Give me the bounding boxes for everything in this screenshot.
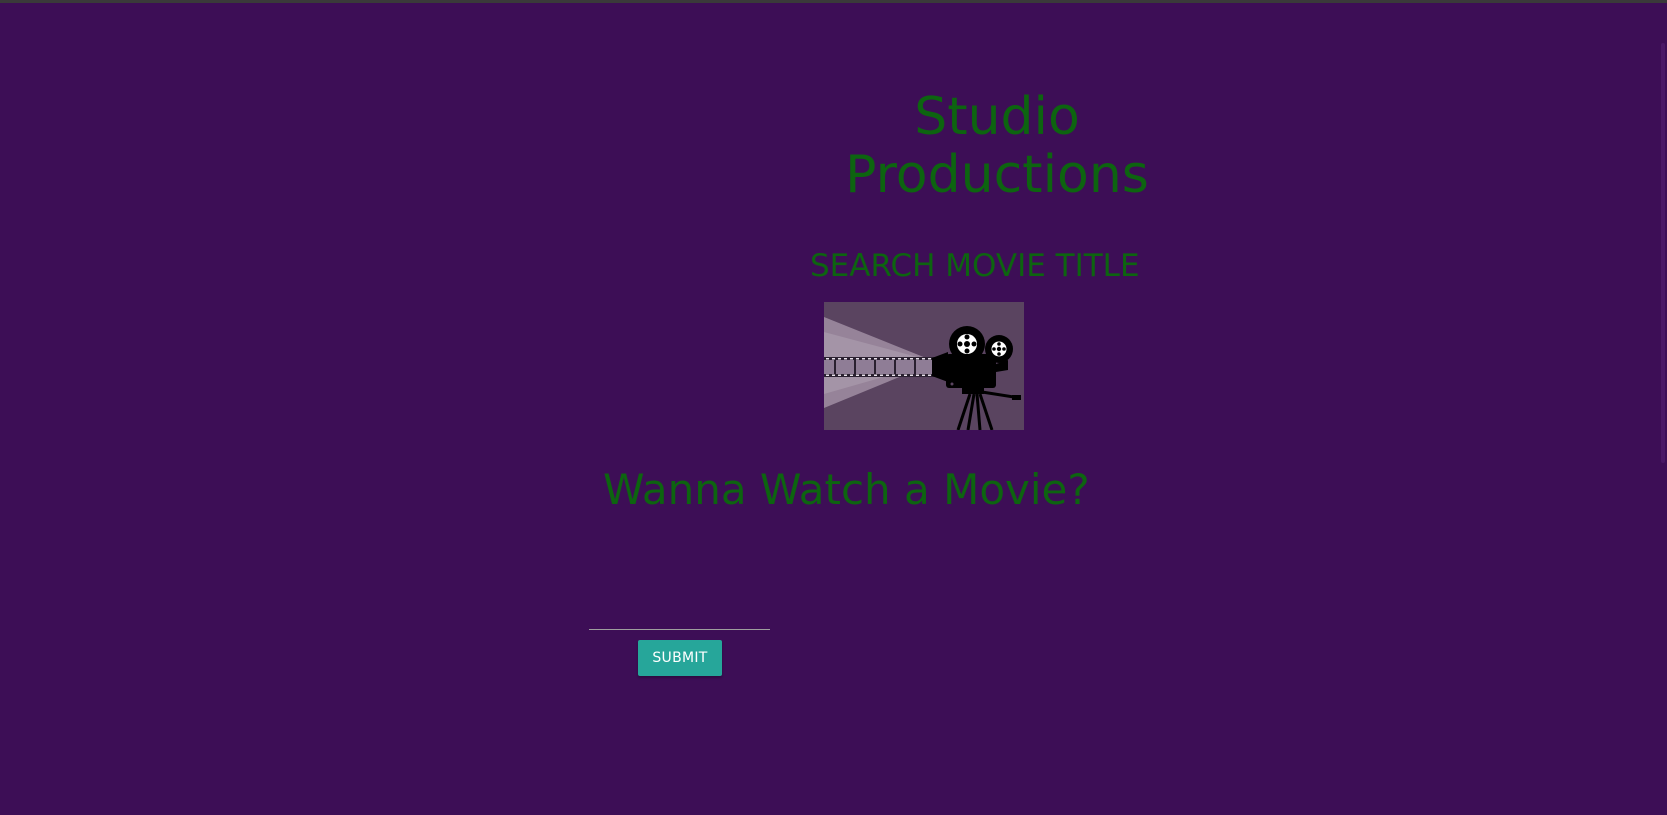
- submit-button[interactable]: SUBMIT: [638, 640, 722, 676]
- window-top-border: [0, 0, 1667, 3]
- scrollbar-thumb[interactable]: [1661, 43, 1665, 463]
- movie-projector-camera-icon: [824, 317, 1021, 430]
- page-title: Studio Productions: [845, 87, 1149, 205]
- movie-title-search-input[interactable]: [589, 598, 770, 630]
- search-heading: SEARCH MOVIE TITLE: [810, 248, 1140, 284]
- movie-question-heading: Wanna Watch a Movie?: [603, 465, 1090, 514]
- movie-camera-image: [824, 302, 1024, 430]
- page-scrollbar[interactable]: [1659, 3, 1667, 815]
